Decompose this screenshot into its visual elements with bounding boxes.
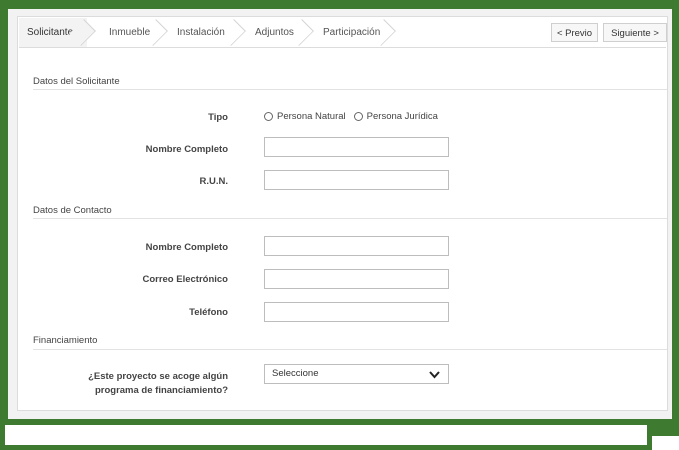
contacto-nombre-label: Nombre Completo xyxy=(145,242,228,253)
radio-persona-juridica[interactable]: Persona Jurídica xyxy=(353,111,438,122)
divider xyxy=(33,89,667,90)
section-title-contacto: Datos de Contacto xyxy=(33,205,112,216)
nombre-completo-input[interactable] xyxy=(264,137,449,157)
tab-inmueble[interactable]: Inmueble xyxy=(93,18,168,47)
radio-circle-icon[interactable] xyxy=(353,112,363,121)
correo-label: Correo Electrónico xyxy=(142,274,228,285)
chevron-down-icon xyxy=(429,371,440,379)
financiamiento-select[interactable]: Seleccione xyxy=(264,364,449,384)
wizard-panel: Solicitante Inmueble Instalación Adjunto… xyxy=(17,16,668,411)
radio-circle-icon[interactable] xyxy=(264,112,273,121)
question-line: programa de financiamiento? xyxy=(94,385,228,396)
section-title-financiamiento: Financiamiento xyxy=(33,335,98,346)
run-label: R.U.N. xyxy=(199,176,229,187)
select-value: Seleccione xyxy=(272,368,319,379)
tab-instalacion[interactable]: Instalación xyxy=(161,18,246,47)
question-line: ¿Este proyecto se acoge algún xyxy=(88,371,228,382)
wizard-tabs: Solicitante Inmueble Instalación Adjunto… xyxy=(19,18,667,48)
correo-input[interactable] xyxy=(264,269,449,289)
radio-label: Persona Jurídica xyxy=(366,111,438,122)
telefono-input[interactable] xyxy=(264,302,449,322)
chevron-right-icon xyxy=(369,19,396,46)
divider xyxy=(33,349,667,350)
nombre-completo-label: Nombre Completo xyxy=(145,144,228,155)
tab-solicitante[interactable]: Solicitante xyxy=(19,18,96,47)
radio-label: Persona Natural xyxy=(277,111,346,122)
financiamiento-question: ¿Este proyecto se acoge algún programa d… xyxy=(58,370,228,398)
radio-persona-natural[interactable]: Persona Natural xyxy=(264,111,346,122)
callout-box xyxy=(0,420,652,450)
section-title-solicitante: Datos del Solicitante xyxy=(33,76,120,87)
contacto-nombre-input[interactable] xyxy=(264,236,449,256)
divider xyxy=(33,218,667,219)
tab-label: Instalación xyxy=(177,27,225,38)
previous-button[interactable]: < Previo xyxy=(551,23,598,42)
tipo-radio-group: Persona Natural Persona Jurídica xyxy=(264,111,446,122)
telefono-label: Teléfono xyxy=(189,307,228,318)
chevron-right-icon xyxy=(69,19,96,46)
tab-adjuntos[interactable]: Adjuntos xyxy=(239,18,314,47)
tab-participacion[interactable]: Participación xyxy=(307,18,396,47)
tab-label: Solicitante xyxy=(27,27,74,38)
run-input[interactable] xyxy=(264,170,449,190)
page-background: Solicitante Inmueble Instalación Adjunto… xyxy=(8,9,672,419)
tipo-label: Tipo xyxy=(208,112,228,123)
next-button[interactable]: Siguiente > xyxy=(603,23,667,42)
